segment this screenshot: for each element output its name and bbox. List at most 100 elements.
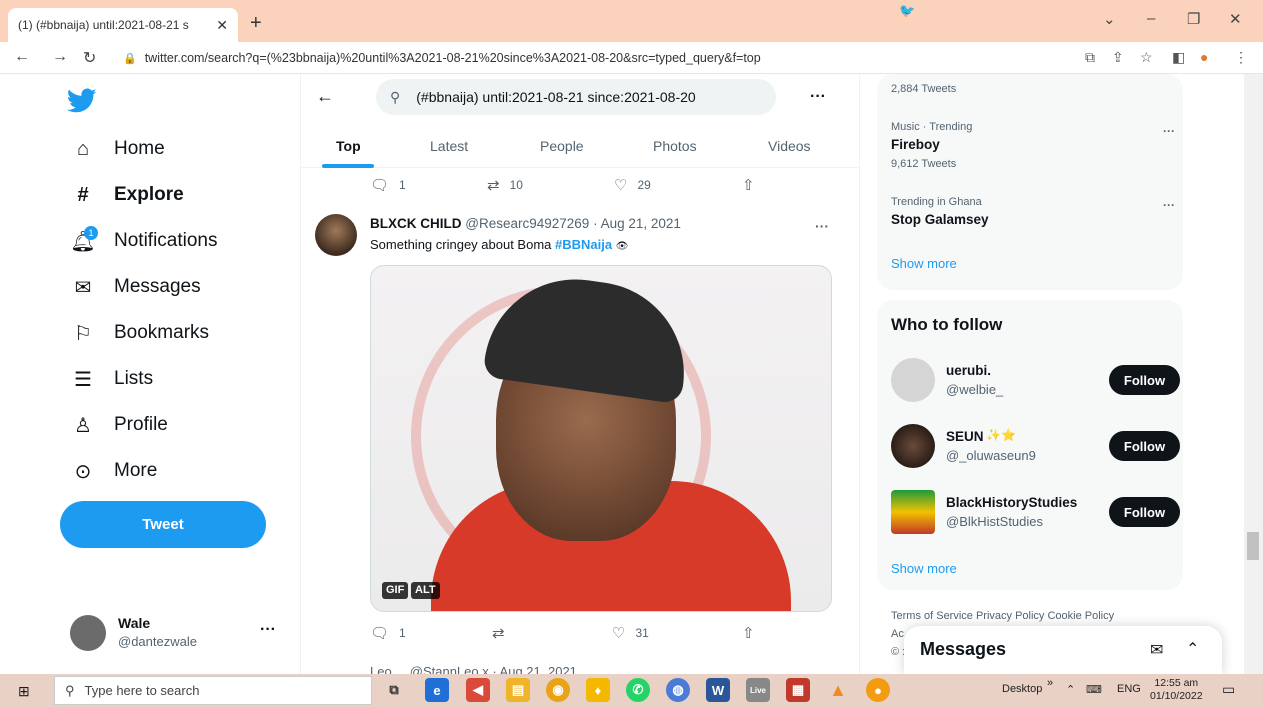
share-icon[interactable]: ⇪ bbox=[1112, 49, 1124, 66]
calendar-icon[interactable]: ▦ bbox=[786, 678, 810, 702]
url-field[interactable]: 🔒 twitter.com/search?q=(%23bbnaija)%20un… bbox=[115, 46, 1075, 70]
tweet-button[interactable]: Tweet bbox=[60, 501, 266, 548]
avatar[interactable] bbox=[891, 490, 935, 534]
heart-icon: ♡ bbox=[614, 177, 628, 194]
search-options-icon[interactable]: ··· bbox=[810, 88, 826, 106]
tweet-handle[interactable]: @Researc94927269 bbox=[465, 216, 589, 231]
like-button[interactable]: ♡ 29 bbox=[614, 176, 651, 194]
language-indicator[interactable]: ENG bbox=[1117, 683, 1141, 695]
follow-button[interactable]: Follow bbox=[1109, 497, 1180, 527]
follow-button[interactable]: Follow bbox=[1109, 365, 1180, 395]
tab-people[interactable]: People bbox=[540, 138, 584, 154]
back-arrow-icon[interactable]: ← bbox=[316, 86, 334, 107]
sidebar-item-messages[interactable]: ✉ Messages bbox=[70, 267, 201, 307]
messages-drawer[interactable]: Messages ✉ ⌃ bbox=[904, 626, 1222, 674]
tab-top[interactable]: Top bbox=[336, 138, 361, 154]
back-arrow-icon[interactable]: ← bbox=[14, 48, 30, 66]
sidebar-item-bookmarks[interactable]: ⚐ Bookmarks bbox=[70, 313, 209, 353]
profile-avatar-icon[interactable]: ● bbox=[1200, 49, 1208, 65]
maximize-button[interactable]: ❐ bbox=[1187, 10, 1200, 28]
edge-icon[interactable]: e bbox=[425, 678, 449, 702]
install-icon[interactable]: ⧉ bbox=[1085, 49, 1095, 66]
trend-more-icon[interactable]: ··· bbox=[1163, 198, 1175, 212]
file-explorer-icon[interactable]: ▤ bbox=[506, 678, 530, 702]
sidebar-item-lists[interactable]: ☰ Lists bbox=[70, 359, 153, 399]
show-more-link[interactable]: Show more bbox=[891, 256, 957, 271]
show-more-link[interactable]: Show more bbox=[891, 561, 957, 576]
close-tab-icon[interactable]: ✕ bbox=[216, 17, 228, 34]
tab-latest[interactable]: Latest bbox=[430, 138, 468, 154]
app-icon[interactable]: ♦ bbox=[586, 678, 610, 702]
trend-more-icon[interactable]: ··· bbox=[1163, 124, 1175, 138]
windows-start-icon[interactable]: ⊞ bbox=[18, 683, 30, 700]
sidebar-item-more[interactable]: ⊙ More bbox=[70, 451, 158, 491]
browser-tab[interactable]: 🐦 (1) (#bbnaija) until:2021-08-21 s ✕ bbox=[8, 3, 915, 42]
retweet-button[interactable]: ⇄ 10 bbox=[487, 176, 523, 194]
sidebar-item-profile[interactable]: ♙ Profile bbox=[70, 405, 168, 445]
notification-center-icon[interactable]: ▭ bbox=[1222, 681, 1235, 698]
scrollbar-thumb[interactable] bbox=[1247, 532, 1259, 560]
reply-button[interactable]: 🗨︎ 1 bbox=[370, 624, 406, 642]
tray-up-icon[interactable]: ⌃ bbox=[1066, 683, 1075, 696]
tab-videos[interactable]: Videos bbox=[768, 138, 811, 154]
tweet-gif[interactable] bbox=[370, 265, 832, 612]
follow-account-name[interactable]: uerubi. bbox=[946, 363, 991, 378]
hashtag-link[interactable]: #BBNaija bbox=[555, 237, 612, 252]
follow-button[interactable]: Follow bbox=[1109, 431, 1180, 461]
vlc-icon[interactable]: ▲ bbox=[826, 678, 850, 702]
chrome-icon[interactable]: ◉ bbox=[546, 678, 570, 702]
tweet-date[interactable]: · Aug 21, 2021 bbox=[593, 216, 681, 231]
like-button[interactable]: ♡ 31 bbox=[612, 624, 649, 642]
reload-icon[interactable]: ↻ bbox=[83, 48, 96, 68]
desktop-label[interactable]: Desktop bbox=[1002, 683, 1042, 695]
sidebar-item-explore[interactable]: # Explore bbox=[70, 175, 183, 215]
follow-account-name[interactable]: SEUN bbox=[946, 429, 984, 444]
new-message-icon[interactable]: ✉ bbox=[1150, 640, 1163, 660]
whatsapp-icon[interactable]: ✆ bbox=[626, 678, 650, 702]
share-button[interactable]: ⇧ bbox=[742, 176, 765, 194]
app-icon[interactable]: ● bbox=[866, 678, 890, 702]
avatar[interactable] bbox=[891, 358, 935, 402]
avatar[interactable] bbox=[891, 424, 935, 468]
reply-count: 1 bbox=[399, 626, 406, 640]
taskbar-clock[interactable]: 12:55 am 01/10/2022 bbox=[1150, 677, 1203, 703]
reply-button[interactable]: 🗨︎ 1 bbox=[370, 176, 406, 194]
tweet-author[interactable]: BLXCK CHILD bbox=[370, 216, 462, 231]
forward-arrow-icon[interactable]: → bbox=[52, 48, 68, 66]
tab-search-icon[interactable]: ⌄ bbox=[1103, 10, 1116, 28]
twitter-logo-icon[interactable] bbox=[67, 88, 97, 114]
tab-photos[interactable]: Photos bbox=[653, 138, 697, 154]
live-app-icon[interactable]: Live bbox=[746, 678, 770, 702]
avatar bbox=[70, 615, 106, 651]
taskbar-search[interactable]: ⚲ Type here to search bbox=[54, 676, 372, 705]
share-button[interactable]: ⇧ bbox=[742, 624, 765, 642]
follow-account-handle: @welbie_ bbox=[946, 382, 1004, 397]
new-tab-button[interactable]: + bbox=[250, 12, 262, 35]
task-view-icon[interactable]: ⧉ bbox=[382, 678, 406, 702]
sidebar-item-notifications[interactable]: 🔔︎ 1 Notifications bbox=[70, 221, 218, 261]
minimize-button[interactable]: – bbox=[1147, 10, 1155, 27]
follow-account-name[interactable]: BlackHistoryStudies bbox=[946, 495, 1077, 510]
like-count: 31 bbox=[635, 626, 649, 640]
account-switcher[interactable]: Wale @dantezwale ··· bbox=[70, 613, 285, 653]
side-panel-icon[interactable]: ◧ bbox=[1172, 49, 1185, 66]
alt-badge[interactable]: ALT bbox=[411, 582, 440, 599]
expand-drawer-icon[interactable]: ⌃ bbox=[1186, 639, 1199, 659]
footer-links[interactable]: Terms of Service Privacy Policy Cookie P… bbox=[891, 610, 1114, 622]
retweet-button[interactable]: ⇄ bbox=[492, 624, 515, 642]
search-input[interactable]: ⚲ (#bbnaija) until:2021-08-21 since:2021… bbox=[376, 79, 776, 115]
trend-name[interactable]: Fireboy bbox=[891, 137, 940, 152]
browser-menu-icon[interactable]: ⋮ bbox=[1234, 49, 1248, 66]
close-window-button[interactable]: ✕ bbox=[1229, 10, 1242, 28]
word-icon[interactable]: W bbox=[706, 678, 730, 702]
chevron-icon[interactable]: » bbox=[1047, 677, 1053, 689]
app-icon[interactable]: ◍ bbox=[666, 678, 690, 702]
bookmark-star-icon[interactable]: ☆ bbox=[1140, 49, 1153, 66]
app-icon[interactable]: ◀ bbox=[466, 678, 490, 702]
avatar[interactable] bbox=[315, 214, 357, 256]
trend-name[interactable]: Stop Galamsey bbox=[891, 212, 989, 227]
sidebar-item-home[interactable]: ⌂ Home bbox=[70, 129, 165, 169]
tweet-more-icon[interactable]: ··· bbox=[815, 218, 829, 234]
page-scrollbar[interactable] bbox=[1244, 74, 1263, 674]
keyboard-icon[interactable]: ⌨ bbox=[1086, 683, 1102, 696]
